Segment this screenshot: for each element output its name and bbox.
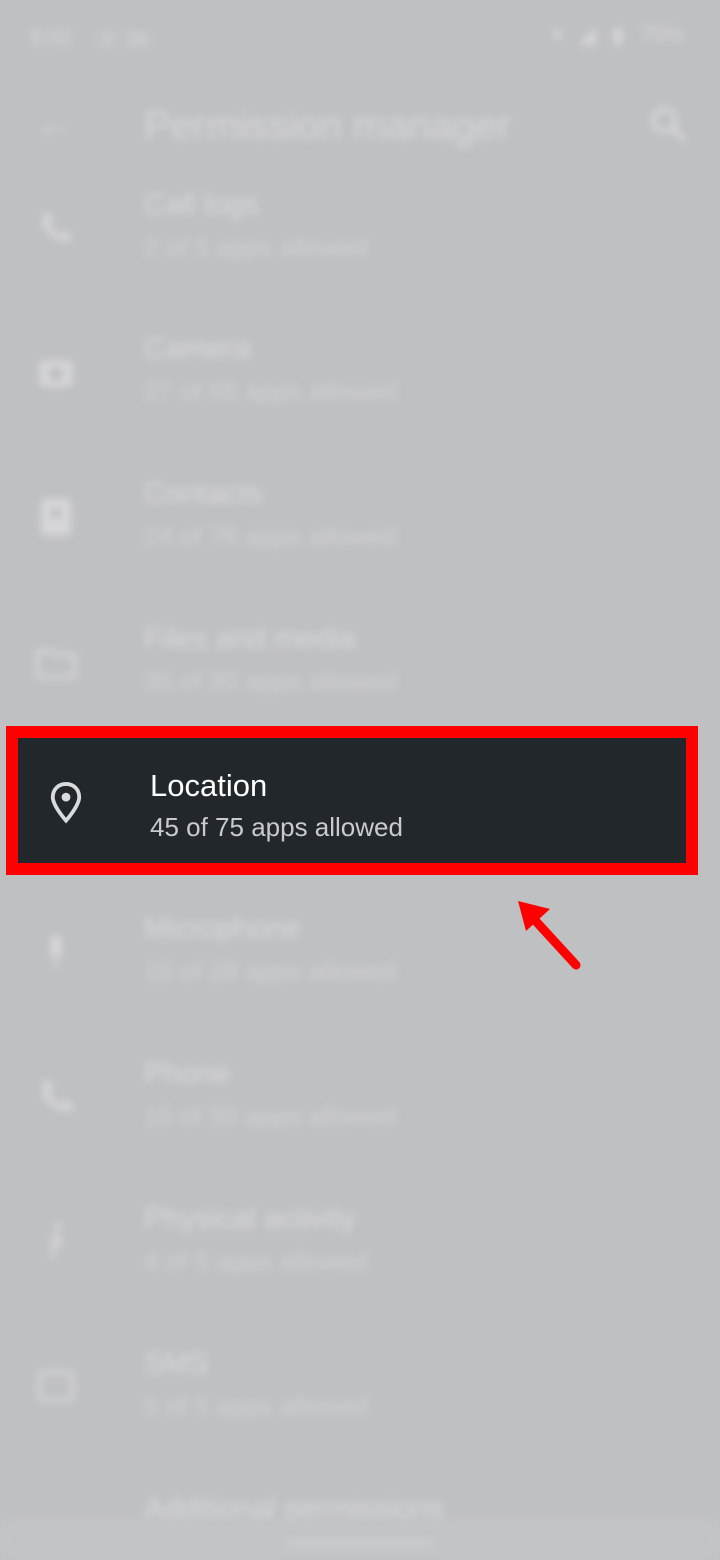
- list-item-title: Physical activity: [144, 1202, 356, 1235]
- battery-level: 75%: [639, 22, 684, 47]
- list-item-subtitle: 4 of 5 apps allowed: [144, 1246, 369, 1276]
- back-arrow-icon[interactable]: ←: [36, 104, 76, 144]
- wifi-icon: ▾: [551, 22, 563, 47]
- list-item-title: Phone: [144, 1057, 231, 1090]
- list-item-phone[interactable]: Phone 15 of 50 apps allowed: [0, 1057, 720, 1167]
- list-item-subtitle: 15 of 29 apps allowed: [144, 956, 397, 986]
- list-item-title: Call logs: [144, 188, 260, 221]
- folder-icon: [35, 649, 77, 679]
- list-item-subtitle: 35 of 90 apps allowed: [144, 666, 397, 696]
- location-title: Location: [150, 768, 268, 803]
- gesture-nav-handle[interactable]: [285, 1538, 435, 1548]
- list-item-title: Microphone: [144, 912, 301, 945]
- status-time: 8:02: [30, 25, 73, 50]
- list-item-contacts[interactable]: Contacts 24 of 76 apps allowed: [0, 477, 720, 587]
- list-item-camera[interactable]: Camera 27 of 65 apps allowed: [0, 332, 720, 442]
- list-item-subtitle: 5 of 5 apps allowed: [144, 1391, 369, 1421]
- screen: 8:02 Ⓐ 36 ▾ ◢ ▮ 75% ← Permission manager: [0, 0, 720, 1560]
- list-item-title: Files and media: [144, 622, 356, 655]
- list-item-subtitle: 24 of 76 apps allowed: [144, 521, 397, 551]
- location-pin-icon: [50, 782, 82, 824]
- list-item-microphone[interactable]: Microphone 15 of 29 apps allowed: [0, 912, 720, 1022]
- list-item-title: SMS: [144, 1347, 210, 1380]
- location-subtitle: 45 of 75 apps allowed: [150, 812, 403, 842]
- list-item-physical-activity[interactable]: Physical activity 4 of 5 apps allowed: [0, 1202, 720, 1312]
- contacts-icon: [41, 498, 71, 536]
- list-item-sms[interactable]: SMS 5 of 5 apps allowed: [0, 1347, 720, 1457]
- list-item-title: Contacts: [144, 477, 263, 510]
- microphone-icon: [50, 935, 62, 969]
- phone-icon: [43, 1080, 73, 1111]
- sms-icon: [37, 1370, 75, 1402]
- toolbar: ← Permission manager: [0, 90, 720, 170]
- call-log-icon: [43, 213, 71, 242]
- list-item-files-and-media[interactable]: Files and media 35 of 90 apps allowed: [0, 622, 720, 732]
- list-item-call-logs[interactable]: Call logs 2 of 5 apps allowed: [0, 188, 720, 298]
- signal-icon: ◢: [578, 22, 596, 47]
- list-item-subtitle: 15 of 50 apps allowed: [144, 1101, 397, 1131]
- activity-icon: [50, 1223, 62, 1259]
- list-item-title: Camera: [144, 332, 251, 365]
- highlight-outline: Location 45 of 75 apps allowed: [6, 726, 698, 875]
- search-icon[interactable]: [646, 102, 690, 146]
- list-item-location[interactable]: Location 45 of 75 apps allowed: [18, 738, 686, 863]
- list-item-subtitle: 2 of 5 apps allowed: [144, 232, 369, 262]
- status-indicators: Ⓐ 36: [96, 27, 150, 52]
- red-arrow-annotation: [518, 901, 581, 970]
- camera-icon: [39, 361, 73, 387]
- battery-icon: ▮: [611, 22, 624, 47]
- page-title: Permission manager: [144, 104, 511, 148]
- list-item-subtitle: 27 of 65 apps allowed: [144, 376, 397, 406]
- status-bar: 8:02 Ⓐ 36 ▾ ◢ ▮ 75%: [0, 0, 720, 70]
